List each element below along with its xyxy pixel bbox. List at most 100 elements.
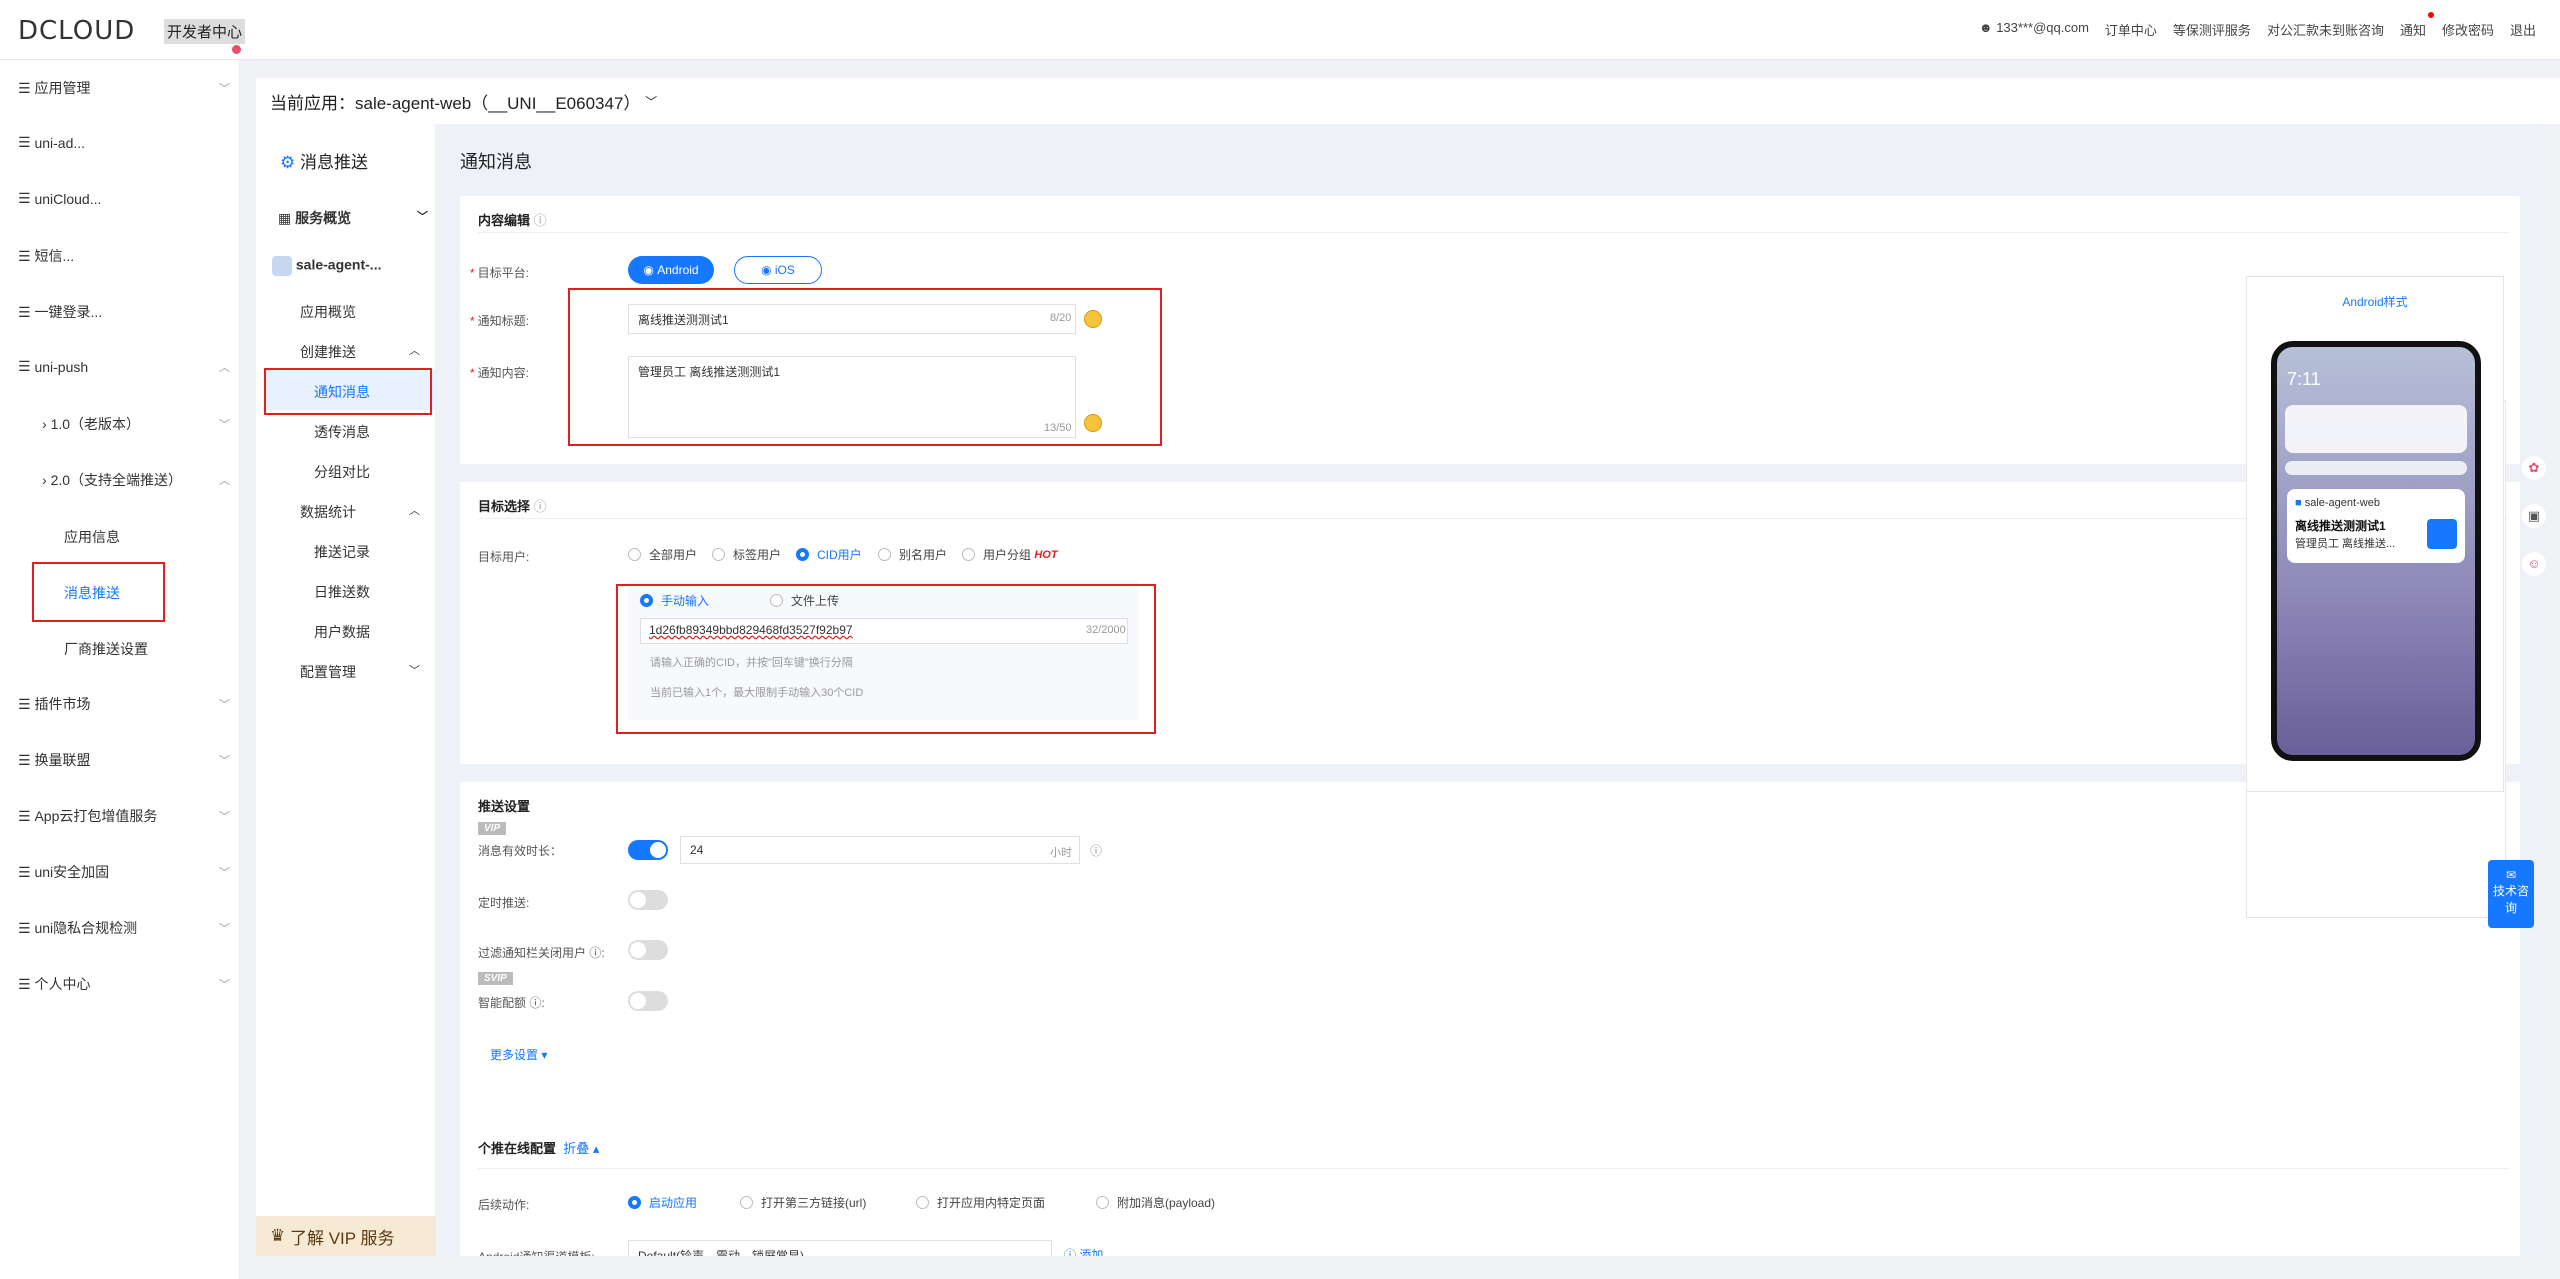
more-settings-link[interactable]: 更多设置 ▾ [490, 1046, 547, 1063]
highlight-box-sidebar [32, 562, 165, 622]
preview-title: Android样式 [2342, 295, 2408, 309]
chevron-down-icon: ﹀ [219, 83, 230, 95]
sidebar-item-push-v2[interactable]: › 2.0（支持全端推送） ︿ [42, 470, 230, 490]
list-icon: ☰ [18, 863, 35, 880]
divider [478, 232, 2508, 233]
sidebar-item-push-v1[interactable]: › 1.0（老版本） ﹀ [42, 414, 230, 434]
change-password-link[interactable]: 修改密码 [2442, 20, 2494, 39]
android-option[interactable]: ◉ Android [628, 256, 714, 284]
sidebar-item-security[interactable]: ☰ uni安全加固 ﹀ [18, 862, 230, 882]
dcloud-logo[interactable]: DCLOUD [18, 16, 135, 46]
chevron-down-icon: ﹀ [219, 811, 230, 823]
app-icon: ■ [2295, 497, 2302, 509]
radio-all-users[interactable]: 全部用户 [628, 546, 697, 563]
radio-payload[interactable]: 附加消息(payload) [1096, 1194, 1215, 1211]
highlight-box-cid [616, 584, 1156, 734]
add-template-link[interactable]: ⓘ 添加 [1064, 1246, 1103, 1256]
gift-icon[interactable]: ✿ [2522, 456, 2546, 480]
sidebar-item-personal[interactable]: ☰ 个人中心 ﹀ [18, 974, 230, 994]
help-icon[interactable]: ⓘ [1090, 842, 1102, 859]
nav-app-overview[interactable]: 应用概览 [300, 302, 356, 322]
logo-dot [232, 45, 241, 54]
nav-create-push[interactable]: 创建推送 ︿ [300, 342, 420, 362]
smart-quota-label: 智能配额 ⓘ: [478, 996, 545, 1010]
sidebar-item-vendor-settings[interactable]: 厂商推送设置 [64, 639, 148, 659]
target-card: 目标选择 ⓘ 目标用户: 全部用户 标签用户 CID用户 别名用户 用户分组 H… [460, 482, 2520, 764]
app-selector[interactable]: 当前应用：sale-agent-web（__UNI__E060347） ﹀ [256, 78, 2560, 124]
sidebar-item-uni-ad[interactable]: ☰ uni-ad... [18, 134, 230, 151]
remittance-link[interactable]: 对公汇款未到账咨询 [2267, 20, 2384, 39]
apple-icon: ◉ [761, 263, 775, 277]
radio-open-page[interactable]: 打开应用内特定页面 [916, 1194, 1045, 1211]
nav-app[interactable]: sale-agent-... [272, 256, 381, 276]
main-sidebar: ☰ 应用管理 ﹀ ☰ uni-ad... ☰ uniCloud... ☰ 短信..… [0, 60, 240, 1279]
nav-service-overview[interactable]: ▦ 服务概览 ﹀ [278, 208, 428, 228]
push-sidebar-title: ⚙ 消息推送 [280, 153, 368, 172]
target-title: 目标选择 ⓘ [478, 499, 547, 514]
chevron-up-icon: ︿ [219, 361, 230, 374]
sidebar-item-app-management[interactable]: ☰ 应用管理 ﹀ [18, 78, 230, 98]
push-sidebar: ⚙ 消息推送 ▦ 服务概览 ﹀ sale-agent-... 应用概览 创建推送 ︿… [256, 124, 436, 1256]
smart-quota-toggle[interactable] [628, 991, 668, 1011]
sidebar-item-sms[interactable]: ☰ 短信... [18, 246, 230, 266]
brightness-bar [2285, 461, 2467, 475]
notification-app: ■ sale-agent-web [2295, 497, 2380, 509]
radio-launch-app[interactable]: 启动应用 [628, 1194, 697, 1211]
chat-icon: ✉ [2505, 868, 2517, 882]
nav-group-compare[interactable]: 分组对比 [314, 462, 370, 482]
divider [478, 1168, 2508, 1169]
sidebar-item-app-info[interactable]: 应用信息 [64, 527, 120, 547]
nav-transmit-message[interactable]: 透传消息 [314, 422, 370, 442]
nav-push-records[interactable]: 推送记录 [314, 542, 370, 562]
filter-toggle[interactable] [628, 940, 668, 960]
user-account-link[interactable]: ☻ 133***@qq.com [1979, 20, 2089, 39]
orders-link[interactable]: 订单中心 [2105, 20, 2157, 39]
nav-user-data[interactable]: 用户数据 [314, 622, 370, 642]
ios-option[interactable]: ◉ iOS [734, 256, 822, 284]
radio-cid-users[interactable]: CID用户 [796, 546, 862, 563]
vip-icon: ♛ [270, 1226, 290, 1245]
radio-tag-users[interactable]: 标签用户 [712, 546, 781, 563]
nav-daily-push[interactable]: 日推送数 [314, 582, 370, 602]
sidebar-item-uni-push[interactable]: ☰ uni-push ︿ [18, 358, 230, 375]
channel-template-select[interactable]: Default(铃声、震动、锁屏常显) [628, 1240, 1052, 1256]
notification-body: 管理员工 离线推送... [2295, 538, 2396, 550]
list-icon: ☰ [18, 919, 35, 936]
radio-alias-users[interactable]: 别名用户 [878, 546, 947, 563]
nav-config[interactable]: 配置管理 ﹀ [300, 662, 420, 682]
sidebar-item-privacy[interactable]: ☰ uni隐私合规检测 ﹀ [18, 918, 230, 938]
chevron-down-icon: ﹀ [219, 419, 230, 431]
radio-open-url[interactable]: 打开第三方链接(url) [740, 1194, 866, 1211]
top-links: ☻ 133***@qq.com 订单中心 等保测评服务 对公汇款未到账咨询 通知… [1979, 12, 2536, 39]
action-label: 后续动作: [478, 1198, 530, 1212]
service-icon[interactable]: ☺ [2522, 552, 2546, 576]
vip-service-banner[interactable]: ♛ 了解 VIP 服务 [256, 1216, 436, 1256]
radio-user-group[interactable]: 用户分组 HOT [962, 546, 1058, 563]
list-icon: ☰ [18, 695, 35, 712]
sidebar-item-unicloud[interactable]: ☰ uniCloud... [18, 190, 230, 207]
ttl-input[interactable]: 24 [680, 836, 1080, 864]
chevron-down-icon: ﹀ [219, 867, 230, 879]
top-bar: DCLOUD 开发者中心 ☻ 133***@qq.com 订单中心 等保测评服务… [0, 0, 2560, 60]
fold-link[interactable]: 折叠 ▴ [563, 1141, 599, 1156]
sidebar-item-onekey-login[interactable]: ☰ 一键登录... [18, 302, 230, 322]
chevron-up-icon: ︿ [409, 345, 420, 357]
app-icon [272, 256, 292, 276]
sidebar-item-plugin-market[interactable]: ☰ 插件市场 ﹀ [18, 694, 230, 714]
notification-card: ■ sale-agent-web 离线推送测测试1 管理员工 离线推送... [2287, 489, 2465, 563]
sidebar-item-exchange[interactable]: ☰ 换量联盟 ﹀ [18, 750, 230, 770]
qrcode-icon[interactable]: ▣ [2522, 504, 2546, 528]
sidebar-item-cloud-build[interactable]: ☰ App云打包增值服务 ﹀ [18, 806, 230, 826]
online-config-title: 个推在线配置 折叠 ▴ [478, 1141, 600, 1156]
assessment-link[interactable]: 等保测评服务 [2173, 20, 2251, 39]
schedule-toggle[interactable] [628, 890, 668, 910]
notifications-link[interactable]: 通知 [2400, 12, 2434, 39]
logout-link[interactable]: 退出 [2510, 20, 2536, 39]
ttl-toggle[interactable] [628, 840, 668, 860]
list-icon: ☰ [18, 134, 35, 150]
platform-label: * 目标平台: [470, 266, 530, 280]
info-icon: ⓘ [533, 213, 547, 228]
nav-stats[interactable]: 数据统计 ︿ [300, 502, 420, 522]
highlight-box-nav [264, 368, 432, 415]
consult-button[interactable]: ✉ 技术咨询 [2488, 860, 2534, 928]
